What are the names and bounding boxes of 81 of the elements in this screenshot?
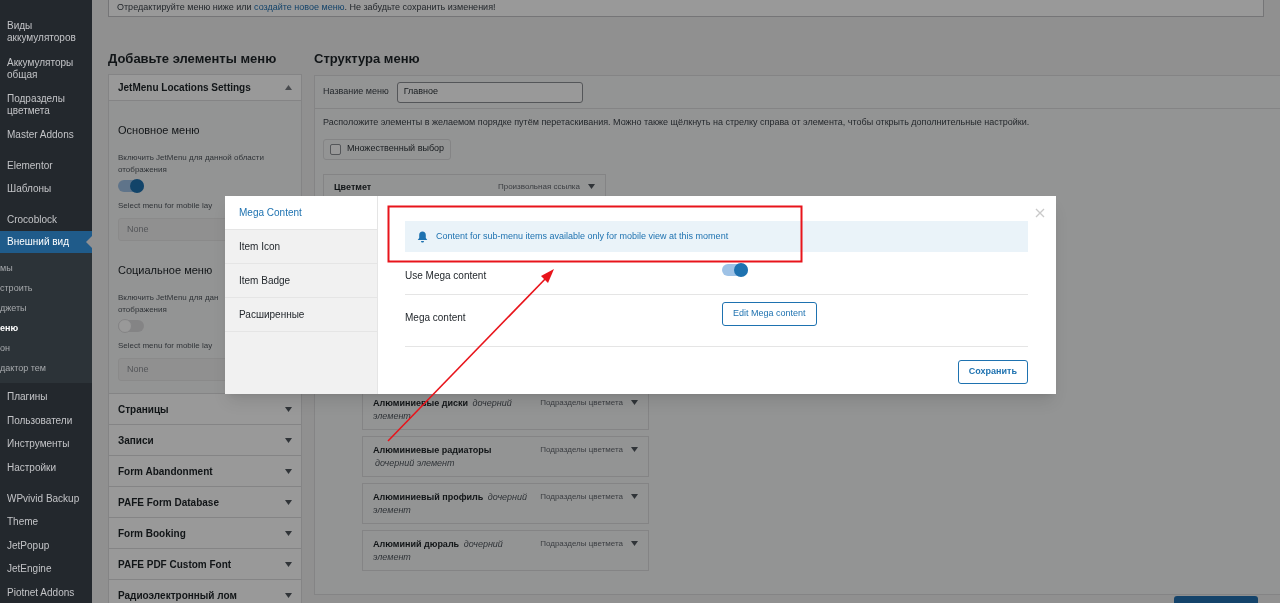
item-type-text: Подразделы цветмета (540, 537, 623, 550)
modal-tab[interactable]: Mega Content (225, 196, 377, 230)
item-title: Алюминиевые радиаторы дочерний элемент (373, 443, 493, 470)
caret-down-icon[interactable] (588, 184, 595, 189)
accordion-header[interactable]: PAFE PDF Custom Font (109, 549, 301, 579)
field-label: Select menu for mobile lay (118, 340, 213, 352)
sidebar-item[interactable]: Piotnet Addons (0, 584, 92, 602)
alert-text: Content for sub-menu items available only for mobile view at this moment (436, 229, 729, 243)
toggle-label: Включить JetMenu для данной области отображения (118, 152, 265, 176)
toggle-switch[interactable] (118, 180, 144, 192)
menu-item-row[interactable]: Алюминий дюраль дочерний элемент Подразделы цветмета (362, 529, 649, 571)
setting-label: Mega content (405, 311, 467, 323)
menu-item-row[interactable]: Алюминиевые радиаторы дочерний элемент Подразделы цветмета (362, 435, 649, 477)
sidebar-item[interactable]: Crocoblock (0, 211, 92, 229)
caret-down-icon[interactable] (285, 468, 292, 474)
sidebar-item[interactable]: WPvivid Backup (0, 490, 92, 508)
caret-down-icon[interactable] (285, 592, 292, 598)
item-type-text: Произвольная ссылка (497, 180, 580, 193)
submenu-item[interactable]: джеты (0, 298, 92, 318)
sidebar-item[interactable]: Пользователи (0, 412, 92, 430)
checkbox[interactable] (330, 143, 341, 155)
sidebar-item[interactable]: Аккумуляторы общая (0, 54, 92, 84)
modal-tab[interactable]: Расширенные (225, 298, 377, 332)
toggle-label: Включить JetMenu для дан отображения (118, 292, 219, 316)
sidebar-item[interactable]: Инструменты (0, 435, 92, 453)
item-type-text: Подразделы цветмета (540, 396, 623, 409)
setting-label: Use Mega content (405, 269, 488, 281)
submenu-item[interactable]: еню (0, 318, 92, 338)
sidebar-item[interactable]: Внешний вид (0, 231, 92, 253)
menu-item-row[interactable]: Алюминиевый профиль дочерний элемент Подразделы цветмета (362, 482, 649, 524)
item-title: Цветмет (334, 180, 372, 194)
modal-tab[interactable]: Item Badge (225, 264, 377, 298)
sidebar-item[interactable]: JetEngine (0, 560, 92, 578)
section-heading: Структура меню (314, 50, 421, 68)
caret-down-icon[interactable] (631, 494, 638, 499)
caret-down-icon[interactable] (285, 530, 292, 536)
sidebar-item[interactable]: Виды аккумуляторов (0, 17, 92, 47)
field-label: Select menu for mobile lay (118, 200, 213, 212)
caret-down-icon[interactable] (285, 437, 292, 443)
accordion-header[interactable]: Form Booking (109, 518, 301, 548)
location-title: Социальное меню (118, 263, 214, 277)
item-title: Алюминий дюраль дочерний элемент (373, 537, 504, 564)
toggle-switch[interactable] (722, 264, 748, 276)
menu-name-field[interactable]: Главное (396, 81, 583, 103)
bulk-select-button[interactable]: Множественный выбор (323, 138, 452, 160)
modal-tab[interactable]: Item Icon (225, 230, 377, 264)
sidebar-item[interactable]: Шаблоны (0, 180, 92, 198)
section-heading: Добавьте элементы меню (108, 50, 278, 68)
sidebar-item[interactable]: Master Addons (0, 126, 92, 144)
item-type-text: Подразделы цветмета (540, 490, 623, 503)
accordion-header[interactable]: PAFE Form Database (109, 487, 301, 517)
sidebar-item[interactable]: JetPopup (0, 537, 92, 555)
sidebar-item[interactable]: Настройки (0, 459, 92, 477)
location-title: Основное меню (118, 123, 201, 137)
sidebar-item[interactable]: Theme (0, 513, 92, 531)
accordion-header[interactable]: Радиоэлектронный лом (109, 580, 301, 603)
caret-up-icon[interactable] (285, 85, 292, 90)
bell-icon (417, 230, 428, 243)
caret-down-icon[interactable] (631, 541, 638, 546)
accordion-header[interactable]: Страницы (109, 394, 301, 424)
submenu-item[interactable]: строить (0, 278, 92, 298)
field-label: Название меню (323, 85, 389, 99)
edit-mega-content-button[interactable]: Edit Mega content (722, 302, 817, 326)
item-title: Алюминиевый профиль дочерний элемент (373, 490, 529, 517)
accordion-header[interactable]: Form Abandonment (109, 456, 301, 486)
caret-down-icon[interactable] (631, 447, 638, 452)
sidebar-item[interactable]: Elementor (0, 157, 92, 175)
sidebar-item[interactable]: Плагины (0, 388, 92, 406)
caret-down-icon[interactable] (285, 406, 292, 412)
item-type-text: Подразделы цветмета (540, 443, 623, 456)
sidebar-item[interactable]: Подразделы цветмета (0, 90, 92, 120)
notice-text: Отредактируйте меню ниже или создайте новое меню. Не забудьте сохранить изменения! (117, 0, 496, 14)
caret-down-icon[interactable] (285, 561, 292, 567)
submenu-item[interactable]: дактор тем (0, 358, 92, 378)
submenu-item[interactable]: он (0, 338, 92, 358)
caret-down-icon[interactable] (285, 499, 292, 505)
save-button[interactable]: Сохранить (957, 360, 1028, 384)
hint-text: Расположите элементы в желаемом порядке путём перетаскивания. Можно также щёлкнуть на стрелку справа от элемента, чтобы открыть дополнительные настройки. (322, 116, 1031, 129)
submenu-item[interactable]: мы (0, 258, 92, 278)
caret-down-icon[interactable] (631, 400, 638, 405)
accordion-header[interactable]: Записи (109, 425, 301, 455)
